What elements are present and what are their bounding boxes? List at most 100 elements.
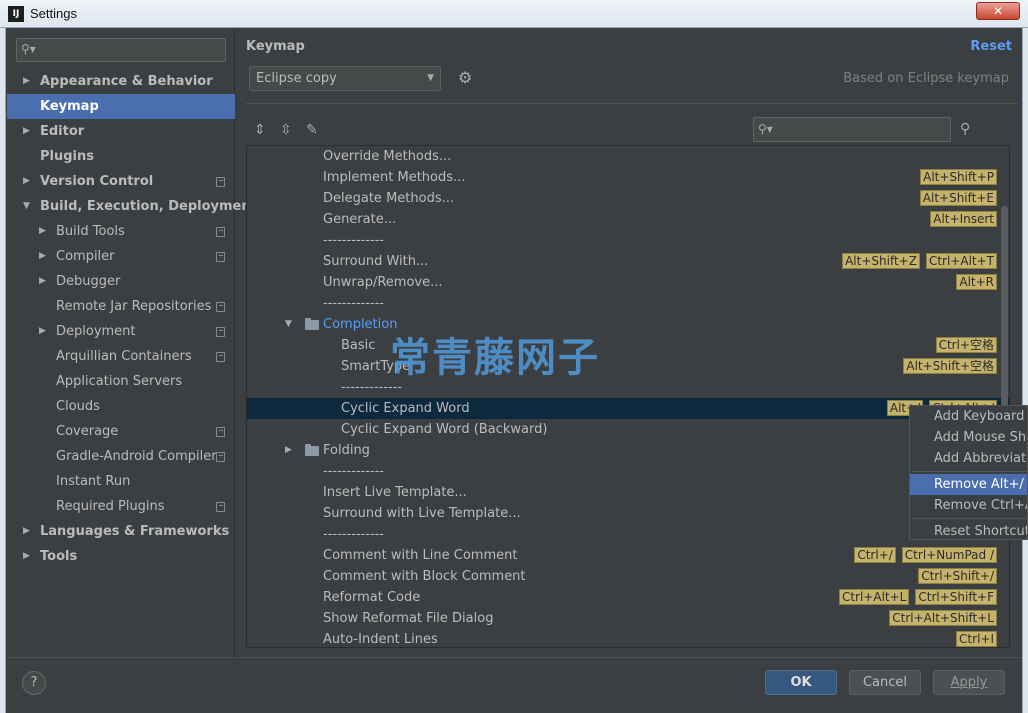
chevron-right-icon[interactable]: ▶ (39, 319, 46, 344)
project-settings-icon (216, 177, 225, 187)
action-row[interactable]: ------------- (247, 293, 1009, 314)
sidebar-item[interactable]: ▶ Languages & Frameworks (7, 519, 235, 544)
sidebar-item[interactable]: Coverage (7, 419, 235, 444)
apply-button[interactable]: Apply (933, 670, 1005, 695)
context-menu-item[interactable]: Add Mouse Shortcut (910, 427, 1027, 448)
sidebar-item[interactable]: Plugins (7, 144, 235, 169)
action-label: Insert Live Template... (323, 485, 467, 500)
chevron-right-icon[interactable]: ▶ (23, 169, 30, 194)
sidebar-item[interactable]: ▼ Build, Execution, Deployment (7, 194, 257, 219)
settings-search-input[interactable]: ⚲▾ (16, 38, 226, 62)
reset-link[interactable]: Reset (970, 39, 1012, 54)
sidebar-item[interactable]: ▶ Debugger (7, 269, 235, 294)
folder-icon (305, 444, 319, 456)
sidebar-item[interactable]: ▶ Appearance & Behavior (7, 69, 235, 94)
sidebar-item[interactable]: Gradle-Android Compiler (7, 444, 235, 469)
chevron-down-icon: ▼ (427, 73, 434, 83)
action-row[interactable]: Auto-Indent Lines Ctrl+I (247, 629, 1009, 647)
sidebar-item[interactable]: Keymap (7, 94, 235, 119)
action-label: ------------- (323, 296, 384, 311)
ok-button[interactable]: OK (765, 670, 837, 695)
shortcut-badge: Alt+Shift+P (920, 169, 997, 185)
action-row[interactable]: Comment with Line Comment Ctrl+/ Ctrl+NumP… (247, 545, 1009, 566)
chevron-right-icon[interactable]: ▶ (39, 269, 46, 294)
action-row[interactable]: Basic Ctrl+空格 (247, 335, 1009, 356)
shortcut-list: Alt+Insert (924, 211, 997, 228)
action-row[interactable]: Cyclic Expand Word (Backward) (247, 419, 1009, 440)
shortcut-badge: Ctrl+Alt+L (838, 589, 910, 605)
sidebar-item-label: Editor (40, 124, 85, 139)
sidebar-item[interactable]: ▶ Tools (7, 544, 235, 569)
chevron-right-icon[interactable]: ▶ (285, 440, 292, 461)
context-menu-item[interactable]: Remove Alt+/ (910, 474, 1027, 495)
keymap-scheme-select[interactable]: Eclipse copy ▼ (249, 66, 441, 91)
action-row[interactable]: Override Methods... (247, 146, 1009, 167)
action-row[interactable]: Cyclic Expand WordAlt+/Ctrl+Alt+/ (247, 398, 1009, 419)
sidebar-item-label: Version Control (40, 174, 154, 189)
action-row[interactable]: Surround with Live Template... (247, 503, 1009, 524)
action-row[interactable]: Show Reformat File Dialog Ctrl+Alt+Shift+… (247, 608, 1009, 629)
sidebar-item-label: Compiler (56, 249, 115, 264)
action-row[interactable]: Comment with Block Comment Ctrl+Shift+/ (247, 566, 1009, 587)
title-bar: IJ Settings ✕ (0, 0, 1028, 28)
chevron-right-icon[interactable]: ▶ (23, 544, 30, 569)
action-row[interactable]: Unwrap/Remove... Alt+R (247, 272, 1009, 293)
sidebar-item[interactable]: ▶ Version Control (7, 169, 235, 194)
tree-folder-row[interactable]: ▼ Completion (247, 314, 1009, 335)
context-menu-item[interactable]: Reset Shortcuts (910, 521, 1027, 539)
sidebar-item[interactable]: Instant Run (7, 469, 235, 494)
sidebar-item-label: Remote Jar Repositories (56, 299, 212, 314)
sidebar-item-label: Arquillian Containers (56, 349, 192, 364)
shortcut-badge: Ctrl+Shift+/ (918, 568, 997, 584)
chevron-down-icon[interactable]: ▼ (23, 194, 30, 219)
action-row[interactable]: Generate... Alt+Insert (247, 209, 1009, 230)
gear-icon[interactable]: ⚙ (458, 68, 472, 87)
keymap-scheme-value: Eclipse copy (256, 71, 337, 86)
find-by-shortcut-icon[interactable]: ⚲ (960, 121, 970, 137)
keymap-panel: Keymap Reset Eclipse copy ▼ ⚙ Based on E… (236, 29, 1022, 657)
sidebar-item[interactable]: Required Plugins (7, 494, 235, 519)
expand-all-icon[interactable]: ⇕ (254, 122, 266, 138)
context-menu-item[interactable]: Remove Ctrl+Alt+/ (910, 495, 1027, 516)
chevron-down-icon[interactable]: ▼ (285, 314, 292, 335)
chevron-right-icon[interactable]: ▶ (23, 519, 30, 544)
sidebar-item[interactable]: Clouds (7, 394, 235, 419)
action-row[interactable]: Insert Live Template...Ctrl+J (247, 482, 1009, 503)
action-row[interactable]: ------------- (247, 377, 1009, 398)
action-row[interactable]: Implement Methods... Alt+Shift+P (247, 167, 1009, 188)
sidebar-item[interactable]: Arquillian Containers (7, 344, 235, 369)
sidebar-item[interactable]: ▶ Editor (7, 119, 235, 144)
chevron-right-icon[interactable]: ▶ (39, 219, 46, 244)
action-row[interactable]: Delegate Methods... Alt+Shift+E (247, 188, 1009, 209)
action-row[interactable]: Surround With... Alt+Shift+Z Ctrl+Alt+T (247, 251, 1009, 272)
action-label: Comment with Line Comment (323, 548, 518, 563)
collapse-all-icon[interactable]: ⇳ (280, 122, 292, 138)
sidebar-item[interactable]: ▶ Compiler (7, 244, 235, 269)
action-row[interactable]: ------------- (247, 230, 1009, 251)
context-menu-item[interactable]: Add Abbreviation (910, 448, 1027, 469)
sidebar-item-label: Tools (40, 549, 78, 564)
context-menu-item[interactable]: Add Keyboard Shortcut (910, 406, 1027, 427)
sidebar-item[interactable]: Application Servers (7, 369, 235, 394)
keymap-search-input[interactable]: ⚲▾ (753, 117, 951, 142)
help-button[interactable]: ? (22, 671, 46, 695)
edit-pencil-icon[interactable]: ✎ (306, 122, 318, 138)
action-row[interactable]: ------------- (247, 524, 1009, 545)
chevron-right-icon[interactable]: ▶ (39, 244, 46, 269)
sidebar-item[interactable]: Remote Jar Repositories (7, 294, 235, 319)
action-row[interactable]: Reformat Code Ctrl+Alt+L Ctrl+Shift+F (247, 587, 1009, 608)
project-settings-icon (216, 302, 225, 312)
chevron-right-icon[interactable]: ▶ (23, 69, 30, 94)
shortcut-badge: Alt+Insert (930, 211, 997, 227)
project-settings-icon (216, 502, 225, 512)
close-window-button[interactable]: ✕ (976, 2, 1020, 20)
sidebar-item[interactable]: ▶ Deployment (7, 319, 235, 344)
cancel-button[interactable]: Cancel (849, 670, 921, 695)
tree-folder-row[interactable]: ▶ Folding (247, 440, 1009, 461)
action-row[interactable]: ------------- (247, 461, 1009, 482)
chevron-right-icon[interactable]: ▶ (23, 119, 30, 144)
window-title: Settings (30, 6, 77, 21)
sidebar-item[interactable]: ▶ Build Tools (7, 219, 235, 244)
action-row[interactable]: SmartType Alt+Shift+空格 (247, 356, 1009, 377)
sidebar-item-label: Clouds (56, 399, 100, 414)
